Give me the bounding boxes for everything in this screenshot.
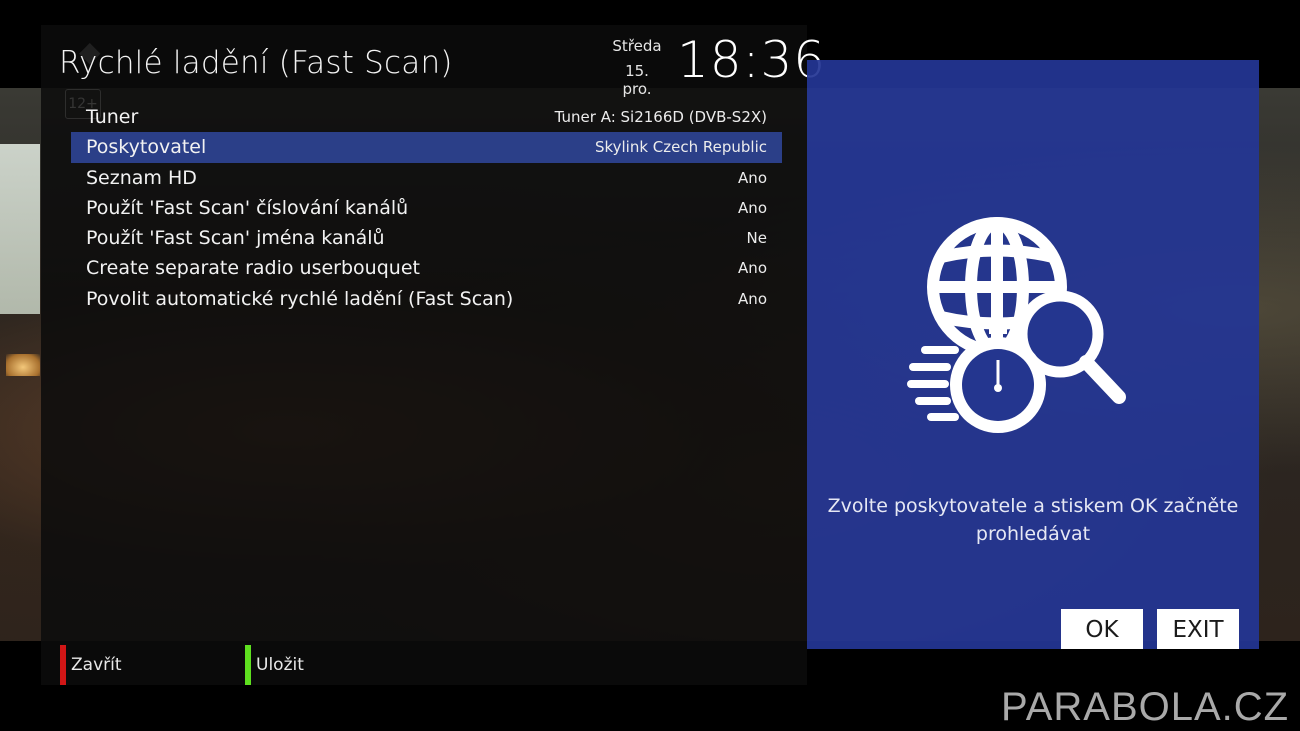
- help-panel: Zvolte poskytovatele a stiskem OK začnět…: [807, 60, 1259, 649]
- background-window: [0, 144, 40, 314]
- setting-value: Ano: [738, 259, 767, 278]
- green-key-indicator: [245, 645, 251, 685]
- setting-row-radio-bouquet[interactable]: Create separate radio userbouquet Ano: [71, 253, 782, 283]
- setting-label: Povolit automatické rychlé ladění (Fast …: [86, 287, 514, 310]
- setting-label: Použít 'Fast Scan' číslování kanálů: [86, 196, 409, 219]
- setting-value: Ano: [738, 289, 767, 308]
- setting-row-channel-names[interactable]: Použít 'Fast Scan' jména kanálů Ne: [71, 223, 782, 253]
- background-lamp: [6, 354, 40, 376]
- help-text: Zvolte poskytovatele a stiskem OK začnět…: [827, 492, 1239, 548]
- setting-label: Create separate radio userbouquet: [86, 257, 420, 280]
- help-text-line2: prohledávat: [975, 523, 1091, 545]
- color-key-bar: Zavřít Uložit: [41, 643, 807, 685]
- setting-row-auto-fast-scan[interactable]: Povolit automatické rychlé ladění (Fast …: [71, 284, 782, 314]
- red-key-label: Zavřít: [71, 655, 122, 675]
- fast-scan-menu: ◆ 12+ Rychlé ladění (Fast Scan) Středa 1…: [41, 25, 825, 685]
- setting-value: Ano: [738, 198, 767, 217]
- weekday: Středa: [612, 37, 662, 55]
- setting-row-hd-list[interactable]: Seznam HD Ano: [71, 163, 782, 193]
- setting-label: Seznam HD: [86, 166, 197, 189]
- help-text-line1: Zvolte poskytovatele a stiskem OK začnět…: [827, 495, 1239, 517]
- setting-label: Použít 'Fast Scan' jména kanálů: [86, 227, 385, 250]
- globe-search-stopwatch-icon: [907, 217, 1126, 433]
- settings-list: Tuner Tuner A: Si2166D (DVB-S2X) Poskyto…: [71, 102, 782, 314]
- green-key-label: Uložit: [256, 655, 304, 675]
- setting-row-tuner[interactable]: Tuner Tuner A: Si2166D (DVB-S2X): [71, 102, 782, 132]
- date-box: Středa 15. pro.: [611, 37, 663, 98]
- setting-label: Tuner: [86, 106, 139, 128]
- clock: 18:36: [677, 31, 827, 89]
- watermark: PARABOLA.CZ: [1001, 685, 1290, 729]
- setting-value: Ano: [738, 168, 767, 187]
- setting-row-provider[interactable]: Poskytovatel Skylink Czech Republic: [71, 132, 782, 163]
- setting-value: Ne: [746, 229, 767, 248]
- setting-value: Skylink Czech Republic: [594, 138, 767, 157]
- exit-button[interactable]: EXIT: [1157, 609, 1239, 649]
- ok-button[interactable]: OK: [1061, 609, 1143, 649]
- setting-value: Tuner A: Si2166D (DVB-S2X): [554, 108, 767, 126]
- setting-label: Poskytovatel: [86, 136, 207, 159]
- red-key-indicator: [60, 645, 66, 685]
- date: 15. pro.: [622, 62, 652, 98]
- setting-row-channel-numbering[interactable]: Použít 'Fast Scan' číslování kanálů Ano: [71, 193, 782, 223]
- page-title: Rychlé ladění (Fast Scan): [59, 45, 453, 81]
